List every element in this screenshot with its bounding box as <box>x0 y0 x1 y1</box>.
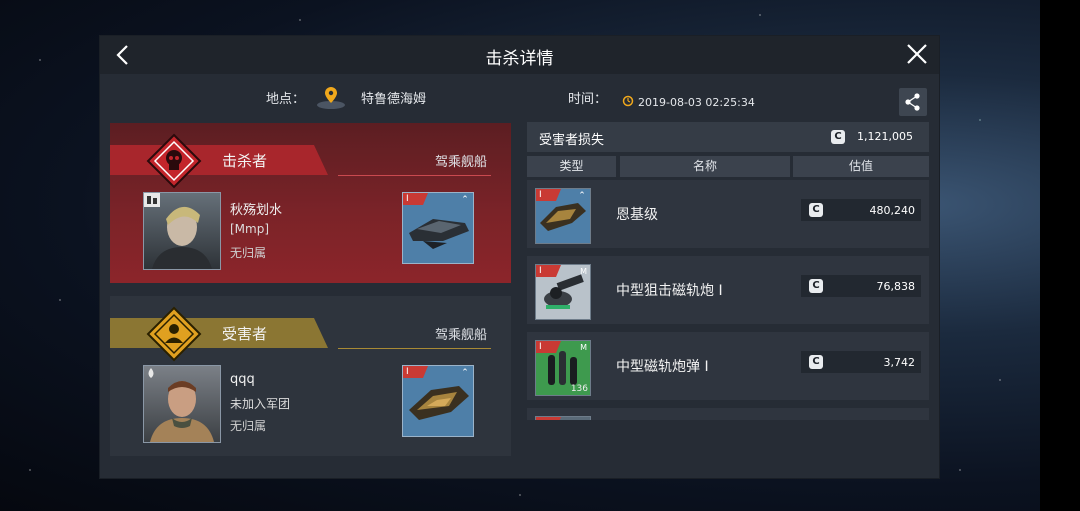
victim-ship-image[interactable]: I ⌃ <box>402 365 474 437</box>
corp-badge-icon <box>144 193 160 207</box>
currency-icon: C <box>831 130 845 144</box>
item-value-box: C 480,240 <box>801 199 921 221</box>
victim-avatar[interactable] <box>143 365 221 443</box>
killer-avatar[interactable] <box>143 192 221 270</box>
item-name: 中型磁轨炮弹 Ⅰ <box>616 359 709 375</box>
killer-card[interactable]: 击杀者 驾乘舰船 秋殇划水 [Mmp] 无归属 I ⌃ <box>110 123 511 283</box>
currency-icon: C <box>809 355 823 369</box>
column-header-value: 估值 <box>793 156 929 177</box>
loss-item-row-partial[interactable] <box>527 408 929 420</box>
tech-level-badge <box>536 417 561 420</box>
victim-card[interactable]: 受害者 驾乘舰船 qqq 未加入军团 无归属 I ⌃ <box>110 296 511 456</box>
loss-item-row[interactable]: I M 136 中型磁轨炮弹 Ⅰ C 3,742 <box>527 332 929 400</box>
loss-summary: 受害者损失 C 1,121,005 <box>527 122 929 152</box>
currency-icon: C <box>809 203 823 217</box>
share-icon <box>905 93 920 111</box>
kill-detail-panel: 击杀详情 地点： 特鲁德海姆 时间： 2019-08-03 02:25:34 击… <box>100 36 939 478</box>
item-quantity: 136 <box>570 384 588 394</box>
close-icon <box>907 44 927 64</box>
column-header-type: 类型 <box>527 156 616 177</box>
loss-total: 1,121,005 <box>857 130 913 143</box>
item-thumbnail: I ⌃ <box>535 188 591 244</box>
time-value: 2019-08-03 02:25:34 <box>638 96 755 109</box>
slot-size-label: M <box>580 343 587 352</box>
killer-role-band <box>110 145 328 175</box>
time-label: 时间： <box>568 92 608 107</box>
victim-corp: 未加入军团 <box>230 397 291 411</box>
killer-ship-image[interactable]: I ⌃ <box>402 192 474 264</box>
victim-alliance: 无归属 <box>230 419 267 433</box>
share-button[interactable] <box>899 88 927 116</box>
location-label: 地点： <box>266 92 306 107</box>
item-thumbnail <box>535 416 591 420</box>
killer-ship-header: 驾乘舰船 <box>434 155 487 170</box>
person-icon <box>146 306 202 362</box>
victim-role-label: 受害者 <box>222 325 268 343</box>
screen-edge <box>1040 0 1080 511</box>
victim-role-band <box>110 318 328 348</box>
title-bar: 击杀详情 <box>100 36 939 74</box>
column-header-name: 名称 <box>620 156 790 177</box>
killer-corp: [Mmp] <box>230 222 270 236</box>
drop-icon <box>148 368 154 378</box>
page-title: 击杀详情 <box>485 49 554 69</box>
rank-chevron-icon: ⌃ <box>461 195 469 205</box>
item-value-box: C 3,742 <box>801 351 921 373</box>
killer-name[interactable]: 秋殇划水 <box>230 199 282 218</box>
victim-ship-header: 驾乘舰船 <box>434 328 487 343</box>
currency-icon: C <box>809 279 823 293</box>
rank-chevron-icon: ⌃ <box>461 368 469 378</box>
rank-chevron-icon: ⌃ <box>578 191 586 201</box>
item-thumbnail: I M <box>535 264 591 320</box>
location-pin-icon <box>317 87 345 109</box>
killer-role-label: 击杀者 <box>222 152 268 170</box>
item-value: 76,838 <box>876 280 916 293</box>
location-name: 特鲁德海姆 <box>361 92 427 107</box>
clock-icon <box>622 95 634 107</box>
loss-item-row[interactable]: I M 中型狙击磁轨炮 Ⅰ C 76,838 <box>527 256 929 324</box>
close-button[interactable] <box>905 42 929 66</box>
victim-name[interactable]: qqq <box>230 372 255 387</box>
killer-alliance: 无归属 <box>230 246 267 260</box>
item-value-box: C 76,838 <box>801 275 921 297</box>
item-name: 恩基级 <box>616 207 658 223</box>
item-name: 中型狙击磁轨炮 Ⅰ <box>616 283 723 299</box>
slot-size-label: M <box>580 267 587 276</box>
divider <box>338 175 491 176</box>
item-value: 480,240 <box>869 204 916 217</box>
loss-item-row[interactable]: I ⌃ 恩基级 C 480,240 <box>527 180 929 248</box>
item-value: 3,742 <box>883 356 916 369</box>
skull-icon <box>146 133 202 189</box>
divider <box>338 348 491 349</box>
item-thumbnail: I M 136 <box>535 340 591 396</box>
loss-title: 受害者损失 <box>539 133 605 148</box>
